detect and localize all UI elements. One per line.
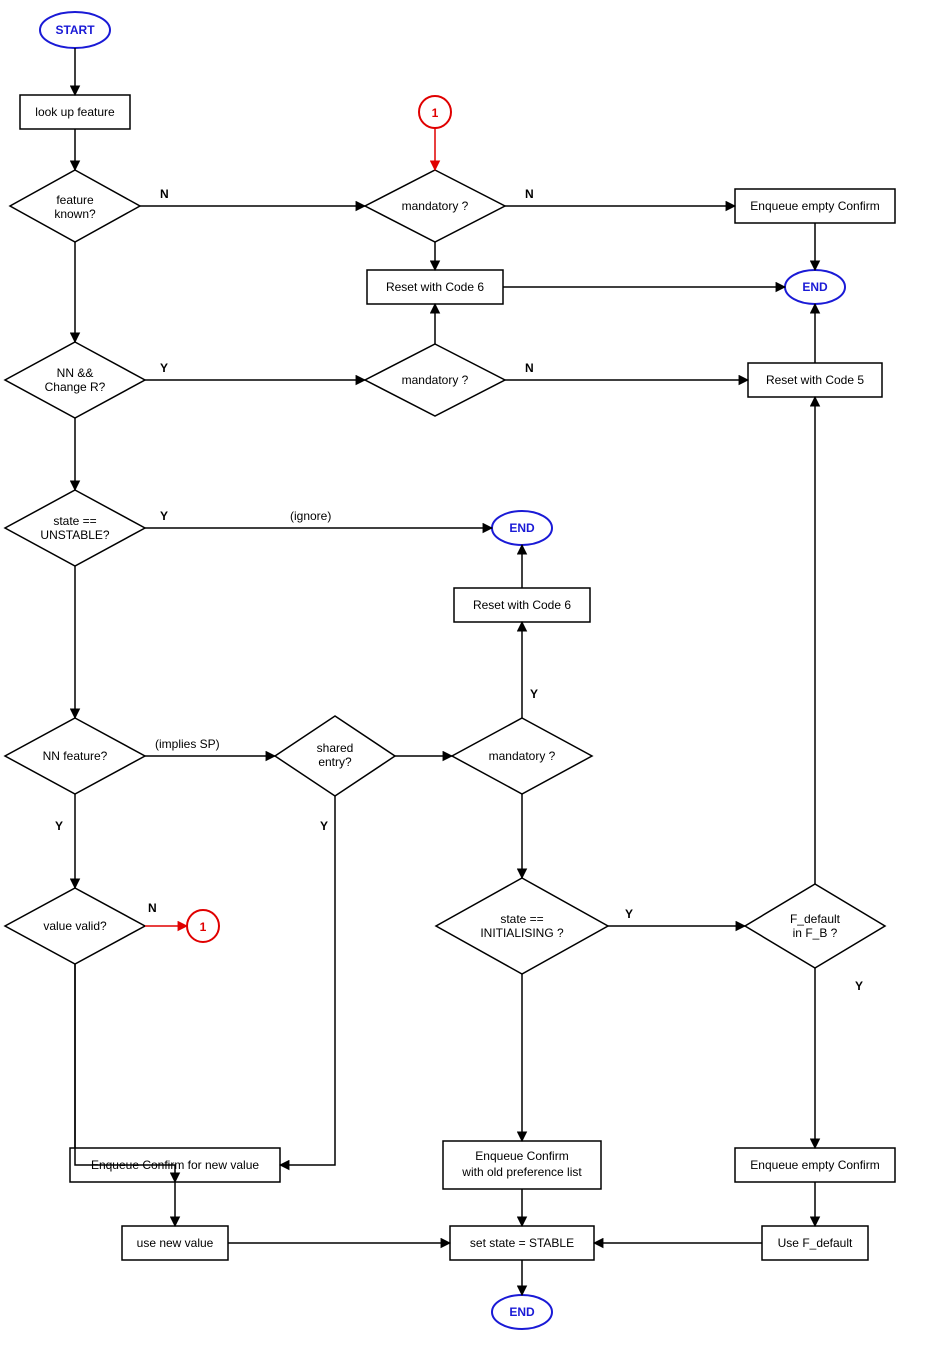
mandatory3-label: mandatory ? (489, 749, 556, 763)
enqueue-old-box: Enqueue Confirm with old preference list (443, 1141, 601, 1189)
state-init-label2: INITIALISING ? (480, 926, 564, 940)
fdefault-label1: F_default (790, 912, 841, 926)
reset6b-label: Reset with Code 6 (473, 598, 571, 612)
mandatory1-label: mandatory ? (402, 199, 469, 213)
edge-stateinit-Y-label: Y (625, 907, 633, 921)
state-unstable-diamond: state == UNSTABLE? (5, 490, 145, 566)
end1-label: END (802, 280, 828, 294)
lookup-box: look up feature (20, 95, 130, 129)
fdefault-label2: in F_B ? (793, 926, 838, 940)
shared-label1: shared (317, 741, 354, 755)
use-new-box: use new value (122, 1226, 228, 1260)
edge-nnchange-Y-label: Y (160, 361, 168, 375)
end2-label: END (509, 521, 535, 535)
enqueue-empty1-box: Enqueue empty Confirm (735, 189, 895, 223)
nn-feature-diamond: NN feature? (5, 718, 145, 794)
end2-terminal: END (492, 511, 552, 545)
reset5-box: Reset with Code 5 (748, 363, 882, 397)
use-fdefault-label: Use F_default (778, 1236, 853, 1250)
reset6a-label: Reset with Code 6 (386, 280, 484, 294)
start-label: START (55, 23, 95, 37)
enqueue-old-label2: with old preference list (461, 1165, 582, 1179)
shared-label2: entry? (318, 755, 352, 769)
set-stable-label: set state = STABLE (470, 1236, 574, 1250)
end3-label: END (509, 1305, 535, 1319)
use-new-label: use new value (137, 1236, 214, 1250)
edge-mandatory3-Y-label: Y (530, 687, 538, 701)
mandatory1-diamond: mandatory ? (365, 170, 505, 242)
feature-known-label2: known? (54, 207, 96, 221)
edge-unstable-Y-label: Y (160, 509, 168, 523)
set-stable-box: set state = STABLE (450, 1226, 594, 1260)
use-fdefault-box: Use F_default (762, 1226, 868, 1260)
state-init-label1: state == (500, 912, 543, 926)
enqueue-old-label1: Enqueue Confirm (475, 1149, 568, 1163)
end1-terminal: END (785, 270, 845, 304)
nn-change-label2: Change R? (45, 380, 106, 394)
mandatory2-label: mandatory ? (402, 373, 469, 387)
nn-change-diamond: NN && Change R? (5, 342, 145, 418)
edge-nnfeature-Y-label: Y (55, 819, 63, 833)
edge-featknown-N-label: N (160, 187, 169, 201)
value-valid-diamond: value valid? (5, 888, 145, 964)
mandatory2-diamond: mandatory ? (365, 344, 505, 416)
lookup-label: look up feature (35, 105, 115, 119)
state-unstable-label2: UNSTABLE? (40, 528, 109, 542)
enqueue-empty1-label: Enqueue empty Confirm (750, 199, 879, 213)
edge-shared-enqnew (280, 796, 335, 1165)
nn-change-label1: NN && (57, 366, 94, 380)
end3-terminal: END (492, 1295, 552, 1329)
shared-entry-diamond: shared entry? (275, 716, 395, 796)
connector-1-in-label: 1 (432, 106, 439, 120)
edge-valuevalid-N-label: N (148, 901, 157, 915)
reset6b-box: Reset with Code 6 (454, 588, 590, 622)
value-valid-label: value valid? (43, 919, 107, 933)
edge-fdef-Y-label: Y (855, 979, 863, 993)
mandatory3-diamond: mandatory ? (452, 718, 592, 794)
nn-feature-label: NN feature? (43, 749, 108, 763)
connector-1-in: 1 (419, 96, 451, 128)
edge-unstable-ignore: (ignore) (290, 509, 331, 523)
start-terminal: START (40, 12, 110, 48)
connector-1-out: 1 (187, 910, 219, 942)
fdefault-diamond: F_default in F_B ? (745, 884, 885, 968)
state-unstable-label1: state == (53, 514, 96, 528)
state-init-diamond: state == INITIALISING ? (436, 878, 608, 974)
connector-1-out-label: 1 (200, 920, 207, 934)
reset6a-box: Reset with Code 6 (367, 270, 503, 304)
feature-known-diamond: feature known? (10, 170, 140, 242)
enqueue-empty2-label: Enqueue empty Confirm (750, 1158, 879, 1172)
edge-shared-Y-label: Y (320, 819, 328, 833)
enqueue-empty2-box: Enqueue empty Confirm (735, 1148, 895, 1182)
feature-known-label1: feature (56, 193, 94, 207)
edge-mandatory1-N-label: N (525, 187, 534, 201)
reset5-label: Reset with Code 5 (766, 373, 864, 387)
edge-mandatory2-N-label: N (525, 361, 534, 375)
edge-nnfeature-impliessp: (implies SP) (155, 737, 220, 751)
